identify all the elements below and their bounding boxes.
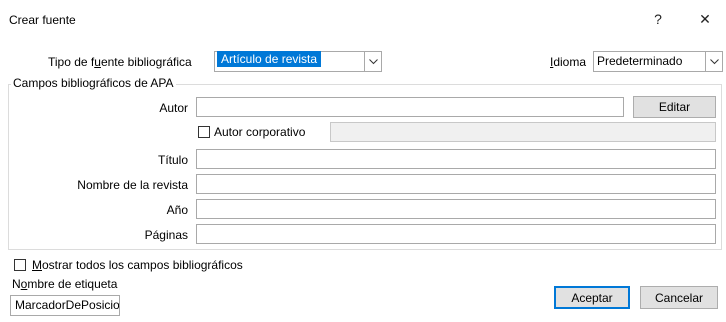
- dialog-title: Crear fuente: [9, 13, 76, 27]
- close-icon: ✕: [699, 10, 711, 27]
- language-label: Idioma: [550, 55, 587, 69]
- corporate-author-input: [330, 122, 716, 142]
- group-title: Campos bibliográficos de APA: [11, 76, 176, 90]
- author-label: Autor: [159, 101, 188, 115]
- source-type-select[interactable]: Artículo de revista: [214, 51, 382, 72]
- pages-label: Páginas: [144, 228, 188, 242]
- help-icon: ?: [654, 11, 662, 27]
- author-input[interactable]: [196, 97, 624, 117]
- pages-input[interactable]: [196, 224, 716, 244]
- corporate-author-checkbox[interactable]: [198, 126, 210, 138]
- journal-name-label: Nombre de la revista: [77, 178, 188, 192]
- help-button[interactable]: ?: [644, 6, 672, 32]
- cancel-button[interactable]: Cancelar: [640, 286, 718, 309]
- corporate-author-label: Autor corporativo: [214, 125, 306, 139]
- language-select[interactable]: Predeterminado: [593, 51, 723, 72]
- language-value: Predeterminado: [597, 54, 683, 68]
- show-all-checkbox[interactable]: [14, 259, 26, 271]
- edit-button[interactable]: Editar: [633, 96, 716, 118]
- chevron-down-icon[interactable]: [705, 52, 722, 71]
- show-all-label: Mostrar todos los campos bibliográficos: [32, 258, 243, 272]
- source-type-label: Tipo de fuente bibliográfica: [48, 55, 192, 69]
- tag-name-input[interactable]: MarcadorDePosicio: [10, 295, 120, 316]
- tag-name-label: Nombre de etiqueta: [12, 277, 118, 291]
- accept-button[interactable]: Aceptar: [554, 286, 630, 309]
- year-label: Año: [166, 203, 188, 217]
- title-input[interactable]: [196, 149, 716, 169]
- journal-name-input[interactable]: [196, 174, 716, 194]
- title-label: Título: [157, 153, 188, 167]
- source-type-value: Artículo de revista: [217, 51, 322, 67]
- chevron-down-icon[interactable]: [364, 52, 381, 71]
- close-button[interactable]: ✕: [691, 6, 719, 32]
- year-input[interactable]: [196, 199, 716, 219]
